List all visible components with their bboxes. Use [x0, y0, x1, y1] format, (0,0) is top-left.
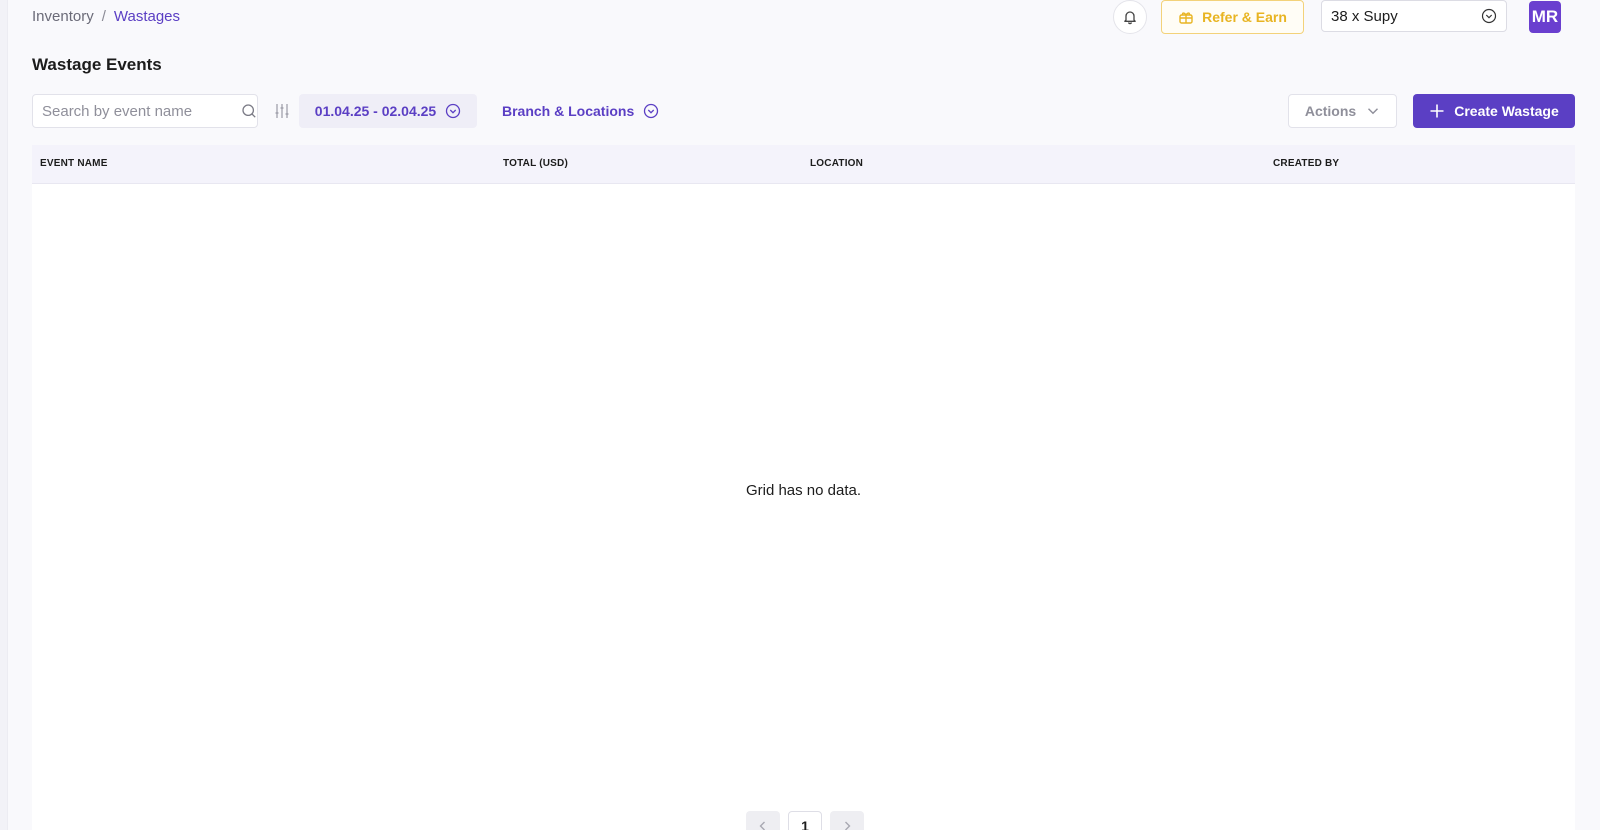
actions-label: Actions	[1304, 103, 1357, 119]
chevron-down-circle-icon	[1481, 8, 1497, 24]
left-rail	[0, 0, 8, 830]
page-title: Wastage Events	[32, 55, 162, 74]
chevron-down-circle-icon	[445, 103, 461, 119]
company-select[interactable]: 38 x Supy	[1321, 0, 1507, 32]
wastage-grid: EVENT NAME TOTAL (USD) LOCATION CREATED …	[32, 145, 1575, 830]
column-created-by[interactable]: CREATED BY	[1273, 158, 1339, 169]
breadcrumb-wastages: Wastages	[113, 8, 181, 25]
search-input[interactable]	[42, 102, 241, 120]
previous-page-button[interactable]	[746, 811, 780, 830]
bell-icon	[1122, 9, 1138, 25]
column-total-usd[interactable]: TOTAL (USD)	[503, 158, 568, 169]
branch-locations-label: Branch & Locations	[502, 103, 635, 119]
next-page-button[interactable]	[830, 811, 864, 830]
chevron-down-icon	[1366, 104, 1380, 118]
empty-grid-message: Grid has no data.	[745, 482, 862, 499]
breadcrumb-separator: /	[101, 8, 106, 25]
company-select-value: 38 x Supy	[1331, 7, 1398, 25]
actions-dropdown[interactable]: Actions	[1288, 94, 1397, 128]
notifications-button[interactable]	[1113, 0, 1147, 34]
search-box	[32, 94, 258, 128]
date-range-filter[interactable]: 01.04.25 - 02.04.25	[299, 94, 477, 128]
breadcrumb: Inventory / Wastages	[32, 8, 180, 25]
refer-earn-button[interactable]: Refer & Earn	[1161, 0, 1304, 34]
avatar[interactable]: MR	[1529, 1, 1561, 33]
chevron-left-icon	[757, 820, 769, 830]
sliders-icon[interactable]	[273, 102, 291, 120]
page-number[interactable]: 1	[788, 811, 822, 830]
grid-header: EVENT NAME TOTAL (USD) LOCATION CREATED …	[32, 145, 1575, 184]
refer-earn-label: Refer & Earn	[1202, 9, 1287, 25]
chevron-right-icon	[841, 820, 853, 830]
date-range-label: 01.04.25 - 02.04.25	[314, 103, 437, 119]
gift-icon	[1178, 9, 1194, 25]
create-wastage-label: Create Wastage	[1454, 103, 1559, 119]
column-location[interactable]: LOCATION	[810, 158, 863, 169]
pagination: 1	[32, 811, 1575, 830]
plus-icon	[1429, 103, 1445, 119]
top-bar: Inventory / Wastages Refer & Earn 38 x S…	[32, 0, 1572, 34]
create-wastage-button[interactable]: Create Wastage	[1413, 94, 1575, 128]
branch-locations-filter[interactable]: Branch & Locations	[502, 94, 659, 128]
chevron-down-circle-icon	[643, 103, 659, 119]
search-icon[interactable]	[241, 103, 257, 119]
breadcrumb-inventory[interactable]: Inventory	[32, 8, 94, 25]
column-event-name[interactable]: EVENT NAME	[40, 158, 108, 169]
